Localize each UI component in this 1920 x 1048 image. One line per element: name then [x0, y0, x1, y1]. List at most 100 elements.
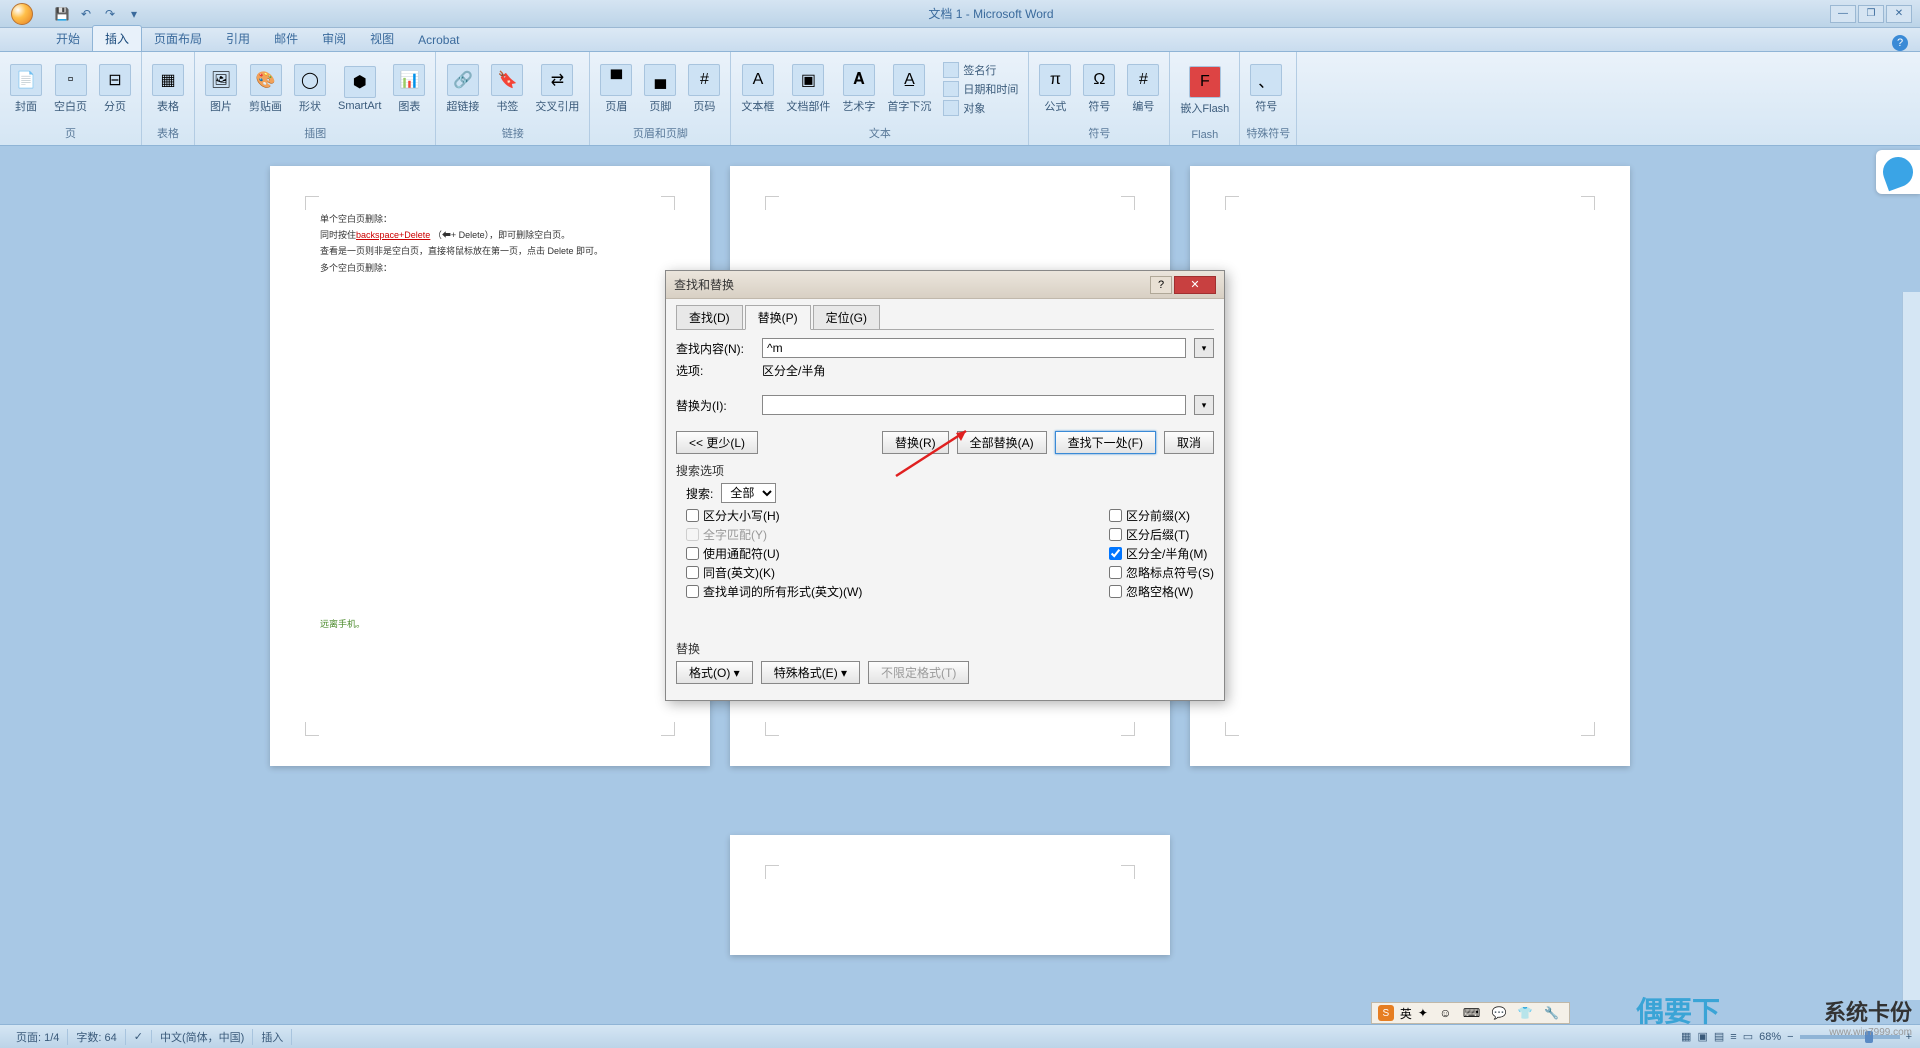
search-option-check[interactable]: 区分后缀(T): [1109, 526, 1214, 543]
dialog-titlebar[interactable]: 查找和替换 ? ✕: [666, 271, 1224, 299]
qat-dropdown-icon[interactable]: ▾: [124, 4, 144, 24]
crossref-button[interactable]: ⇄交叉引用: [531, 62, 583, 116]
flash-button[interactable]: F嵌入Flash: [1176, 64, 1233, 118]
replace-all-button[interactable]: 全部替换(A): [957, 431, 1047, 454]
ime-lang[interactable]: 英: [1400, 1005, 1412, 1022]
office-button[interactable]: [0, 0, 44, 28]
find-replace-dialog: 查找和替换 ? ✕ 查找(D) 替换(P) 定位(G) 查找内容(N): ▾ 选…: [665, 270, 1225, 701]
search-option-check[interactable]: 区分全/半角(M): [1109, 545, 1214, 562]
replace-input[interactable]: [762, 395, 1186, 415]
cover-page-button[interactable]: 📄封面: [6, 62, 46, 116]
save-icon[interactable]: 💾: [52, 4, 72, 24]
zoom-out-icon[interactable]: −: [1787, 1031, 1793, 1043]
find-dropdown-icon[interactable]: ▾: [1194, 338, 1214, 358]
tab-mailings[interactable]: 邮件: [262, 26, 310, 51]
help-icon[interactable]: ?: [1892, 35, 1908, 51]
less-button[interactable]: << 更少(L): [676, 431, 758, 454]
tab-references[interactable]: 引用: [214, 26, 262, 51]
clipart-button[interactable]: 🎨剪贴画: [245, 62, 286, 116]
redo-icon[interactable]: ↷: [100, 4, 120, 24]
header-button[interactable]: ▀页眉: [596, 62, 636, 116]
ime-toolbar[interactable]: S 英 ✦ ☺ ⌨ 💬 👕 🔧: [1371, 1002, 1570, 1024]
textbox-button[interactable]: A文本框: [737, 62, 778, 116]
page-number-button[interactable]: #页码: [684, 62, 724, 116]
tab-insert[interactable]: 插入: [92, 25, 142, 51]
search-option-check: 全字匹配(Y): [686, 526, 862, 543]
status-lang[interactable]: 中文(简体，中国): [152, 1029, 253, 1045]
view-outline-icon[interactable]: ≡: [1730, 1031, 1736, 1043]
maximize-button[interactable]: ❐: [1858, 5, 1884, 23]
watermark-right: 系统卡份 www.win7999.com: [1824, 995, 1912, 1038]
search-option-check[interactable]: 使用通配符(U): [686, 545, 862, 562]
tab-review[interactable]: 审阅: [310, 26, 358, 51]
ime-tools[interactable]: ✦ ☺ ⌨ 💬 👕 🔧: [1418, 1006, 1563, 1020]
symbol-button[interactable]: Ω符号: [1079, 62, 1119, 116]
view-print-icon[interactable]: ▦: [1681, 1030, 1691, 1043]
ribbon: 📄封面 ▫空白页 ⊟分页 页 ▦表格 表格 🖼图片 🎨剪贴画 ◯形状 ⬢Smar…: [0, 52, 1920, 146]
find-input[interactable]: [762, 338, 1186, 358]
thunder-sidebar-icon[interactable]: [1876, 150, 1920, 194]
number-button[interactable]: #编号: [1123, 62, 1163, 116]
tab-page-layout[interactable]: 页面布局: [142, 26, 214, 51]
special-symbol-button[interactable]: 、符号: [1246, 62, 1286, 116]
status-spellcheck-icon[interactable]: ✓: [126, 1030, 152, 1043]
search-option-check[interactable]: 查找单词的所有形式(英文)(W): [686, 583, 862, 600]
quickparts-button[interactable]: ▣文档部件: [782, 62, 834, 116]
replace-button[interactable]: 替换(R): [882, 431, 949, 454]
view-web-icon[interactable]: ▤: [1714, 1030, 1724, 1043]
status-page[interactable]: 页面: 1/4: [8, 1029, 68, 1045]
page-3[interactable]: [1190, 166, 1630, 766]
bookmark-button[interactable]: 🔖书签: [487, 62, 527, 116]
search-option-check[interactable]: 区分前缀(X): [1109, 507, 1214, 524]
object-button[interactable]: 对象: [939, 99, 1022, 117]
dialog-tab-replace[interactable]: 替换(P): [745, 305, 811, 330]
search-direction-select[interactable]: 全部: [721, 483, 776, 503]
view-fullscreen-icon[interactable]: ▣: [1697, 1030, 1707, 1043]
dropcap-button[interactable]: A̲首字下沉: [883, 62, 935, 116]
footer-button[interactable]: ▄页脚: [640, 62, 680, 116]
picture-button[interactable]: 🖼图片: [201, 62, 241, 116]
chart-button[interactable]: 📊图表: [389, 62, 429, 116]
wordart-button[interactable]: 𝐀艺术字: [838, 62, 879, 116]
dialog-close-button[interactable]: ✕: [1174, 276, 1216, 294]
page-4[interactable]: [730, 835, 1170, 955]
signature-button[interactable]: 签名行: [939, 61, 1022, 79]
statusbar: 页面: 1/4 字数: 64 ✓ 中文(简体，中国) 插入 ▦ ▣ ▤ ≡ ▭ …: [0, 1024, 1920, 1048]
search-option-check[interactable]: 忽略标点符号(S): [1109, 564, 1214, 581]
doc-line: 远离手机。: [320, 616, 660, 632]
shapes-button[interactable]: ◯形状: [290, 62, 330, 116]
find-next-button[interactable]: 查找下一处(F): [1055, 431, 1156, 454]
format-button[interactable]: 格式(O) ▾: [676, 661, 753, 684]
dialog-tab-goto[interactable]: 定位(G): [813, 305, 880, 330]
dialog-help-button[interactable]: ?: [1150, 276, 1172, 294]
minimize-button[interactable]: —: [1830, 5, 1856, 23]
tab-view[interactable]: 视图: [358, 26, 406, 51]
undo-icon[interactable]: ↶: [76, 4, 96, 24]
status-mode[interactable]: 插入: [253, 1029, 292, 1045]
zoom-value[interactable]: 68%: [1759, 1031, 1781, 1043]
page-1[interactable]: 单个空白页删除： 同时按住backspace+Delete （⬅+ Delete…: [270, 166, 710, 766]
dialog-tab-find[interactable]: 查找(D): [676, 305, 743, 330]
tab-home[interactable]: 开始: [44, 26, 92, 51]
status-words[interactable]: 字数: 64: [68, 1029, 125, 1045]
table-button[interactable]: ▦表格: [148, 62, 188, 116]
blank-page-button[interactable]: ▫空白页: [50, 62, 91, 116]
equation-button[interactable]: π公式: [1035, 62, 1075, 116]
cancel-button[interactable]: 取消: [1164, 431, 1214, 454]
hyperlink-button[interactable]: 🔗超链接: [442, 62, 483, 116]
replace-dropdown-icon[interactable]: ▾: [1194, 395, 1214, 415]
page-break-button[interactable]: ⊟分页: [95, 62, 135, 116]
view-draft-icon[interactable]: ▭: [1743, 1030, 1753, 1043]
quick-access-toolbar: 💾 ↶ ↷ ▾: [44, 4, 152, 24]
search-option-check[interactable]: 忽略空格(W): [1109, 583, 1214, 600]
vertical-scrollbar[interactable]: [1902, 292, 1920, 1000]
special-format-button[interactable]: 特殊格式(E) ▾: [761, 661, 860, 684]
tab-acrobat[interactable]: Acrobat: [406, 29, 471, 51]
search-option-check[interactable]: 同音(英文)(K): [686, 564, 862, 581]
datetime-button[interactable]: 日期和时间: [939, 80, 1022, 98]
smartart-button[interactable]: ⬢SmartArt: [334, 64, 385, 114]
search-option-check[interactable]: 区分大小写(H): [686, 507, 862, 524]
titlebar: 💾 ↶ ↷ ▾ 文档 1 - Microsoft Word — ❐ ✕: [0, 0, 1920, 28]
close-button[interactable]: ✕: [1886, 5, 1912, 23]
no-format-button[interactable]: 不限定格式(T): [868, 661, 969, 684]
